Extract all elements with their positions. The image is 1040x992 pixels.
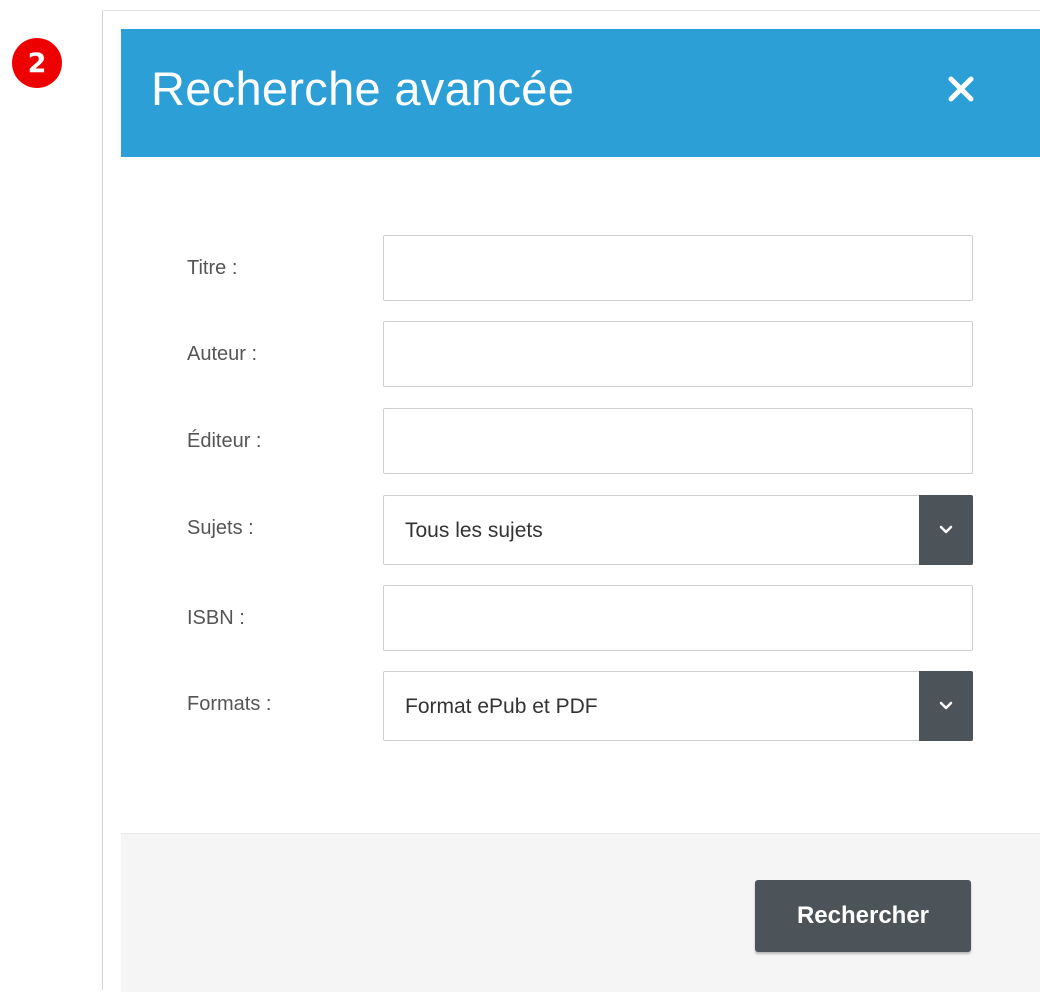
subjects-dropdown-toggle[interactable]: [919, 495, 973, 565]
formats-select[interactable]: Format ePub et PDF: [383, 671, 973, 741]
close-button[interactable]: [941, 69, 981, 109]
subjects-select[interactable]: Tous les sujets: [383, 495, 973, 565]
form-row-isbn: ISBN :: [187, 585, 973, 651]
isbn-input[interactable]: [383, 585, 973, 651]
chevron-down-icon: [939, 525, 953, 534]
formats-dropdown-toggle[interactable]: [919, 671, 973, 741]
form-row-publisher: Éditeur :: [187, 408, 973, 474]
dialog-header: Recherche avancée: [121, 29, 1040, 157]
form-row-author: Auteur :: [187, 321, 973, 387]
author-label: Auteur :: [187, 343, 258, 365]
search-button[interactable]: Rechercher: [755, 880, 971, 952]
isbn-label: ISBN :: [187, 607, 245, 629]
publisher-label: Éditeur :: [187, 430, 262, 452]
form-row-subjects: Sujets : Tous les sujets: [187, 495, 973, 565]
publisher-input[interactable]: [383, 408, 973, 474]
form-row-formats: Formats : Format ePub et PDF: [187, 671, 973, 741]
subjects-selected-value: Tous les sujets: [405, 519, 543, 542]
dialog-footer: Rechercher: [121, 833, 1040, 992]
author-input[interactable]: [383, 321, 973, 387]
form-row-title: Titre :: [187, 235, 973, 301]
dialog-title: Recherche avancée: [151, 62, 575, 115]
title-input[interactable]: [383, 235, 973, 301]
step-number: 2: [27, 47, 47, 79]
close-icon: [948, 76, 974, 102]
advanced-search-dialog: Recherche avancée Titre : Auteur : Édite…: [102, 10, 1040, 992]
title-label: Titre :: [187, 257, 238, 279]
formats-label: Formats :: [187, 693, 272, 715]
formats-selected-value: Format ePub et PDF: [405, 695, 598, 718]
step-number-badge: 2: [12, 38, 62, 88]
subjects-label: Sujets :: [187, 517, 254, 539]
chevron-down-icon: [939, 701, 953, 710]
